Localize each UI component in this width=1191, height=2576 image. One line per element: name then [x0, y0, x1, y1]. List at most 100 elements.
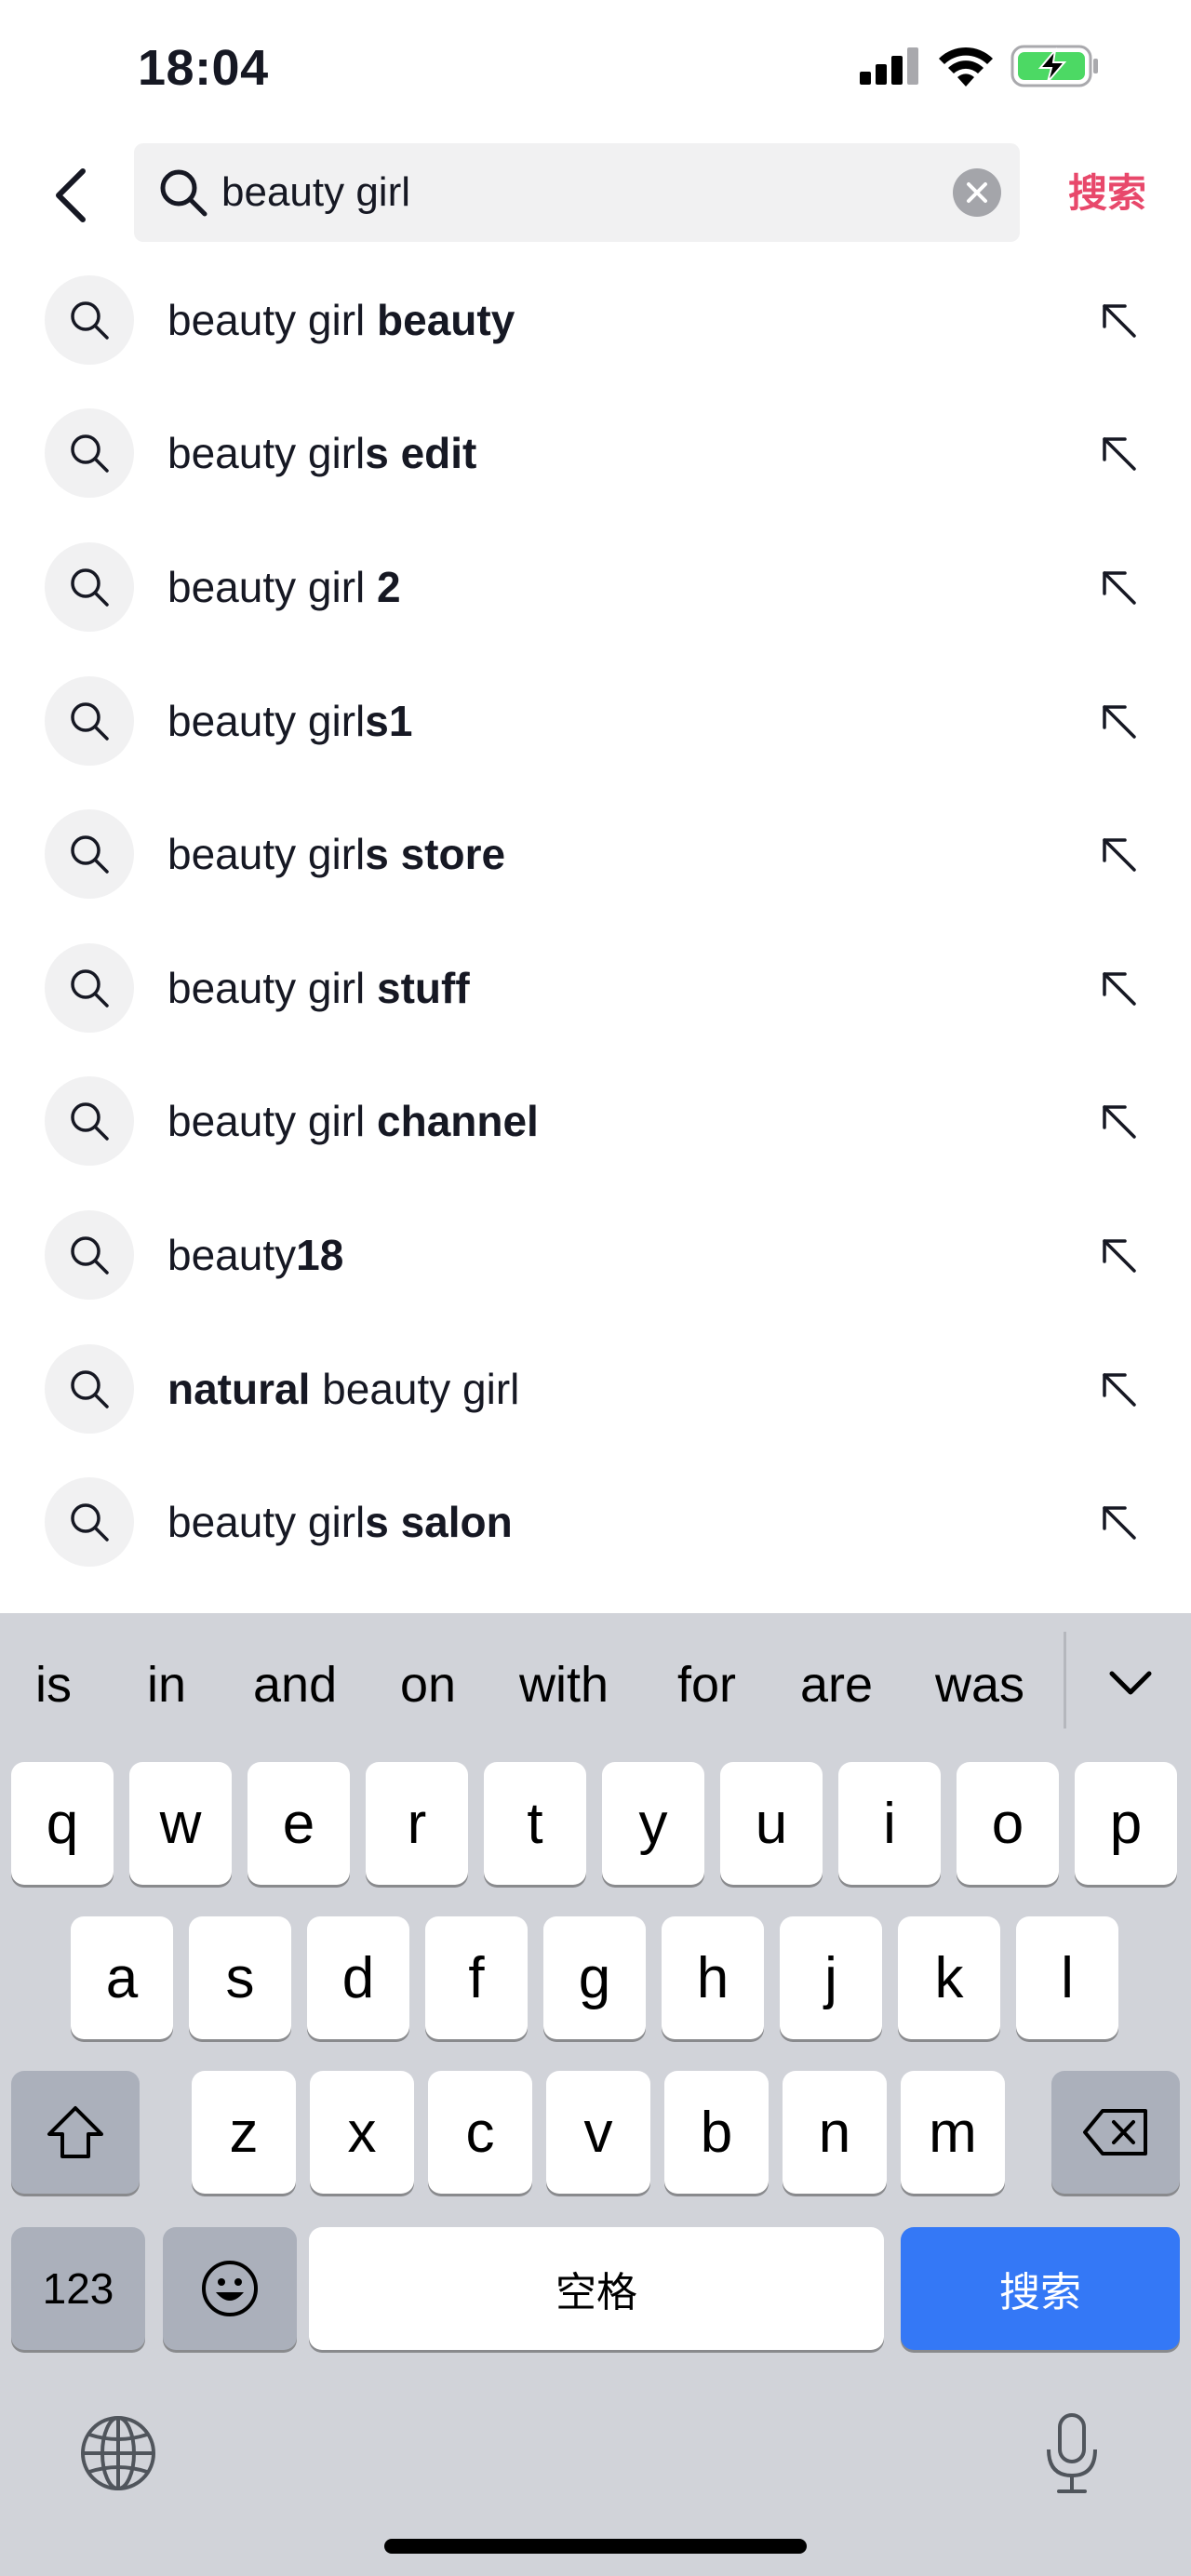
collapse-predictions-button[interactable]: [1098, 1650, 1163, 1715]
key-y[interactable]: y: [602, 1762, 704, 1885]
fill-suggestion-button[interactable]: [1091, 1093, 1146, 1149]
emoji-key[interactable]: [163, 2227, 297, 2350]
suggestion-item[interactable]: beauty girls edit: [0, 387, 1191, 521]
suggestion-search-badge: [45, 1477, 134, 1568]
search-box[interactable]: [134, 143, 1020, 242]
arrow-up-left-icon: [1103, 1239, 1136, 1273]
suggestion-highlight: s store: [365, 830, 506, 879]
suggestion-item[interactable]: beauty girl channel: [0, 1055, 1191, 1189]
suggestion-search-badge: [45, 408, 134, 499]
key-l[interactable]: l: [1016, 1916, 1118, 2039]
predictive-word[interactable]: for: [677, 1656, 736, 1714]
fill-suggestion-button[interactable]: [1091, 693, 1146, 749]
space-key[interactable]: 空格: [309, 2227, 884, 2350]
predictive-word[interactable]: was: [935, 1656, 1024, 1714]
close-icon: [967, 182, 987, 203]
arrow-up-left-icon: [1103, 437, 1136, 472]
key-f[interactable]: f: [425, 1916, 528, 2039]
app-screen: 18:04 beauty girl 搜索 beauty girl beauty …: [0, 0, 1191, 2576]
chevron-left-icon: [56, 168, 86, 222]
key-z[interactable]: z: [192, 2071, 296, 2194]
suggestion-text: beauty girl channel: [167, 1096, 539, 1146]
suggestion-item[interactable]: beauty girl 2: [0, 520, 1191, 654]
suggestion-text: beauty girl beauty: [167, 295, 515, 345]
search-icon: [71, 969, 109, 1008]
key-s[interactable]: s: [189, 1916, 291, 2039]
arrow-up-left-icon: [1103, 1506, 1136, 1540]
suggestion-text: beauty girl stuff: [167, 963, 470, 1013]
predictive-word[interactable]: on: [400, 1656, 456, 1714]
search-icon: [71, 1369, 109, 1408]
numbers-key[interactable]: 123: [11, 2227, 145, 2350]
suggestion-search-badge: [45, 274, 134, 365]
search-submit-button[interactable]: 搜索: [1068, 162, 1146, 219]
key-q[interactable]: q: [11, 1762, 114, 1885]
predictive-word[interactable]: with: [519, 1656, 609, 1714]
fill-suggestion-button[interactable]: [1091, 1361, 1146, 1417]
predictive-word[interactable]: is: [35, 1656, 72, 1714]
key-h[interactable]: h: [662, 1916, 764, 2039]
suggestion-text: beauty18: [167, 1230, 343, 1280]
key-x[interactable]: x: [310, 2071, 414, 2194]
key-d[interactable]: d: [307, 1916, 409, 2039]
predictive-word[interactable]: and: [253, 1656, 337, 1714]
arrow-up-left-icon: [1103, 972, 1136, 1006]
fill-suggestion-button[interactable]: [1091, 1227, 1146, 1283]
globe-button[interactable]: [76, 2411, 160, 2495]
suggestion-item[interactable]: beauty girls store: [0, 787, 1191, 921]
key-b[interactable]: b: [664, 2071, 769, 2194]
suggestion-highlight: 2: [377, 562, 401, 611]
suggestion-item[interactable]: beauty18: [0, 1188, 1191, 1322]
suggestion-item[interactable]: beauty girl beauty: [0, 253, 1191, 387]
suggestion-search-badge: [45, 942, 134, 1033]
key-n[interactable]: n: [783, 2071, 887, 2194]
key-g[interactable]: g: [543, 1916, 646, 2039]
arrow-up-left-icon: [1103, 571, 1136, 605]
back-button[interactable]: [37, 158, 102, 233]
predictive-word[interactable]: in: [147, 1656, 186, 1714]
key-k[interactable]: k: [898, 1916, 1000, 2039]
suggestion-base: beauty: [167, 1230, 297, 1279]
globe-icon: [81, 2416, 155, 2490]
fill-suggestion-button[interactable]: [1091, 960, 1146, 1016]
fill-suggestion-button[interactable]: [1091, 559, 1146, 615]
search-header: 搜索: [0, 140, 1191, 251]
fill-suggestion-button[interactable]: [1091, 425, 1146, 481]
search-icon: [71, 701, 109, 741]
key-o[interactable]: o: [957, 1762, 1059, 1885]
fill-suggestion-button[interactable]: [1091, 292, 1146, 348]
key-u[interactable]: u: [720, 1762, 823, 1885]
key-w[interactable]: w: [129, 1762, 232, 1885]
backspace-key[interactable]: [1051, 2071, 1180, 2194]
suggestion-item[interactable]: beauty girls salon: [0, 1455, 1191, 1589]
search-icon: [71, 835, 109, 874]
fill-suggestion-button[interactable]: [1091, 1494, 1146, 1550]
key-p[interactable]: p: [1075, 1762, 1177, 1885]
suggestion-search-badge: [45, 675, 134, 766]
key-r[interactable]: r: [366, 1762, 468, 1885]
key-a[interactable]: a: [71, 1916, 173, 2039]
suggestion-item[interactable]: natural beauty girl: [0, 1322, 1191, 1456]
clear-search-button[interactable]: [953, 168, 1001, 217]
fill-suggestion-button[interactable]: [1091, 826, 1146, 882]
key-e[interactable]: e: [248, 1762, 350, 1885]
key-c[interactable]: c: [428, 2071, 532, 2194]
search-return-key[interactable]: 搜索: [901, 2227, 1180, 2350]
dictation-button[interactable]: [1035, 2408, 1109, 2501]
suggestion-search-badge: [45, 1343, 134, 1434]
suggestion-text: natural beauty girl: [167, 1364, 519, 1414]
suggestion-item[interactable]: beauty girls1: [0, 654, 1191, 788]
key-j[interactable]: j: [780, 1916, 882, 2039]
key-i[interactable]: i: [838, 1762, 941, 1885]
key-m[interactable]: m: [901, 2071, 1005, 2194]
key-t[interactable]: t: [484, 1762, 586, 1885]
predictive-word[interactable]: are: [800, 1656, 873, 1714]
search-input[interactable]: [221, 156, 873, 229]
suggestion-highlight: channel: [377, 1097, 539, 1146]
shift-icon: [47, 2106, 103, 2158]
key-v[interactable]: v: [546, 2071, 650, 2194]
status-bar: 18:04: [0, 0, 1191, 140]
shift-key[interactable]: [11, 2071, 140, 2194]
status-icons: [860, 45, 1100, 87]
suggestion-item[interactable]: beauty girl stuff: [0, 921, 1191, 1055]
